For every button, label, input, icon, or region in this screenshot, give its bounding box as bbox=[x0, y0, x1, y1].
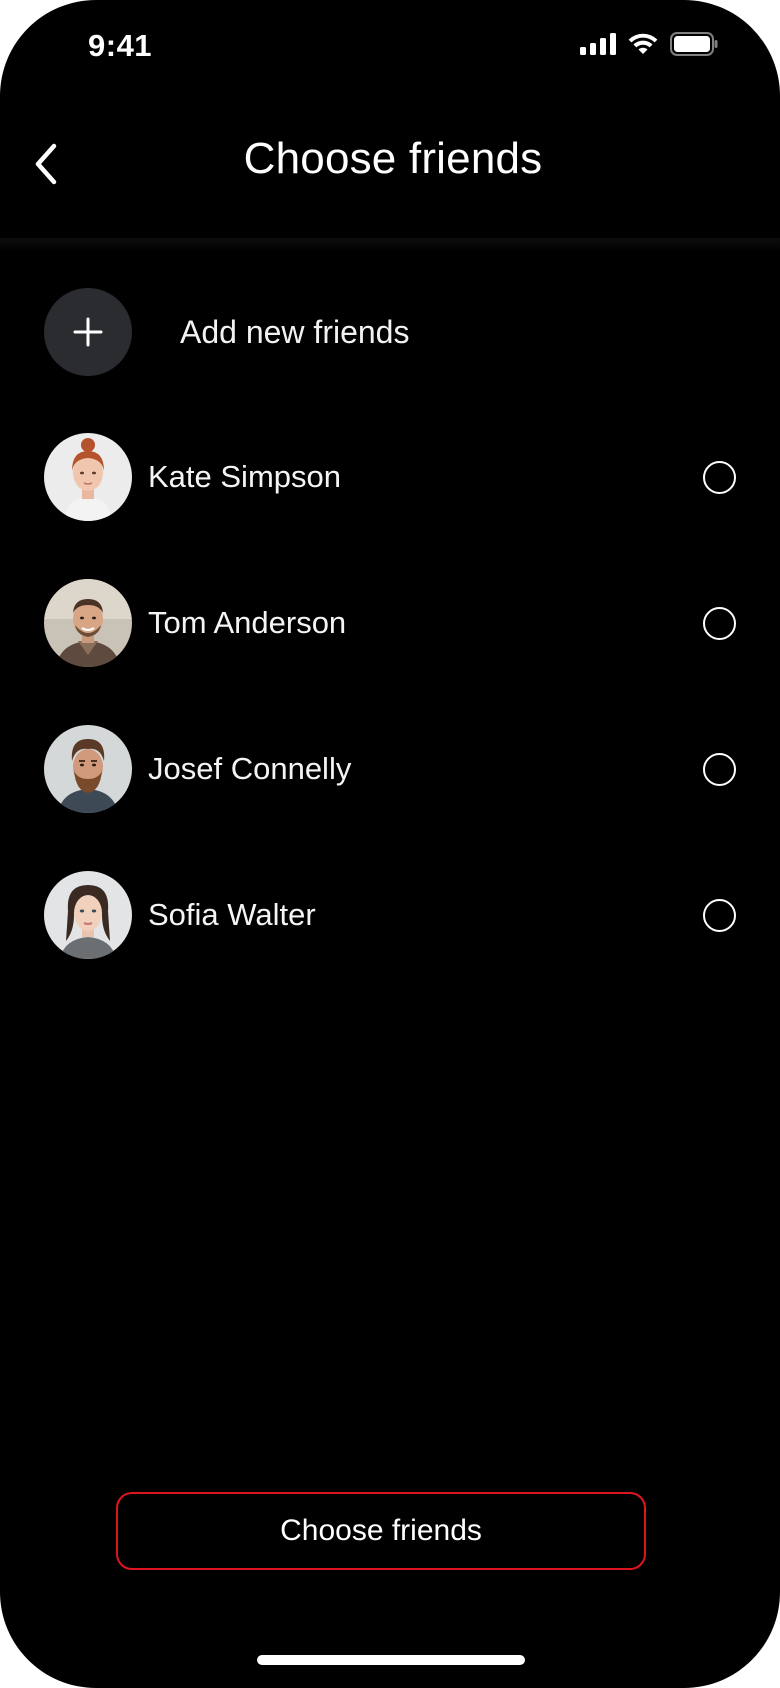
add-friend-button[interactable] bbox=[44, 288, 132, 376]
status-time: 9:41 bbox=[88, 28, 153, 63]
header-divider bbox=[0, 238, 780, 252]
wifi-icon bbox=[628, 33, 658, 54]
friend-row-tom-anderson[interactable]: Tom Anderson bbox=[44, 579, 736, 667]
cellular-signal-icon bbox=[580, 33, 616, 55]
select-radio[interactable] bbox=[703, 606, 736, 640]
friend-name: Josef Connelly bbox=[148, 751, 352, 786]
friend-name: Sofia Walter bbox=[148, 897, 316, 932]
avatar bbox=[44, 579, 132, 667]
add-new-friends-label: Add new friends bbox=[180, 313, 410, 350]
select-radio[interactable] bbox=[703, 752, 736, 786]
friend-row-sofia-walter[interactable]: Sofia Walter bbox=[44, 871, 736, 959]
page-title: Choose friends bbox=[243, 134, 543, 183]
friend-row-josef-connelly[interactable]: Josef Connelly bbox=[44, 725, 736, 813]
select-radio[interactable] bbox=[703, 898, 736, 932]
avatar bbox=[44, 725, 132, 813]
status-icons bbox=[580, 32, 718, 56]
avatar bbox=[44, 433, 132, 521]
friend-name: Tom Anderson bbox=[148, 605, 347, 640]
phone-screen: 9:41 Choose friends Add new friends Kate… bbox=[0, 0, 780, 1688]
avatar bbox=[44, 871, 132, 959]
plus-icon bbox=[73, 317, 103, 347]
choose-friends-button[interactable]: Choose friends bbox=[116, 1492, 646, 1570]
select-radio[interactable] bbox=[703, 460, 736, 494]
add-new-friends-row[interactable]: Add new friends bbox=[44, 288, 409, 376]
friend-name: Kate Simpson bbox=[148, 459, 341, 494]
battery-icon bbox=[670, 32, 718, 56]
home-indicator bbox=[257, 1655, 525, 1665]
friend-row-kate-simpson[interactable]: Kate Simpson bbox=[44, 433, 736, 521]
